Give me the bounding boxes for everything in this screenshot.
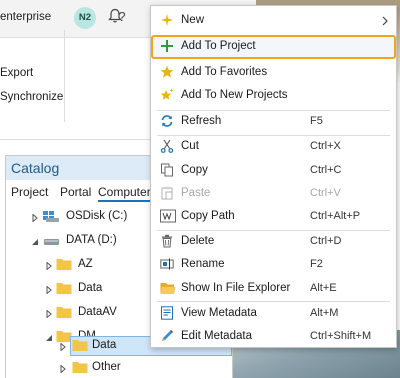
menu-item-edit-metadata[interactable]: Edit Metadata Ctrl+Shift+M xyxy=(151,325,396,349)
tree-item-label: DataAV xyxy=(78,306,117,318)
help-button[interactable]: ? xyxy=(116,9,128,24)
collapse-arrow-icon[interactable] xyxy=(31,237,39,249)
menu-item-add-to-project[interactable]: Add To Project xyxy=(151,35,396,59)
expand-arrow-icon[interactable] xyxy=(60,364,66,376)
folder-icon xyxy=(72,360,88,377)
folder-icon xyxy=(56,281,72,298)
tree-item[interactable]: Other xyxy=(6,358,232,378)
ribbon-divider xyxy=(64,30,65,122)
menu-item-show-in-file-explorer[interactable]: Show In File Explorer Alt+E xyxy=(151,277,396,301)
star-sparkle-icon xyxy=(160,88,174,102)
menu-item-refresh[interactable]: Refresh F5 xyxy=(151,110,396,134)
menu-item-add-to-favorites[interactable]: Add To Favorites xyxy=(151,61,396,85)
menu-item-paste[interactable]: Paste Ctrl+V xyxy=(151,182,396,206)
menu-item-copy[interactable]: Copy Ctrl+C xyxy=(151,159,396,183)
tree-item-label: Other xyxy=(92,361,121,373)
tree-item-label: OSDisk (C:) xyxy=(66,210,128,222)
tab-project[interactable]: Project xyxy=(11,185,48,199)
catalog-title: Catalog xyxy=(11,160,60,176)
expand-arrow-icon[interactable] xyxy=(32,213,38,225)
tree-item-label: Data xyxy=(92,339,117,351)
pencil-icon xyxy=(160,329,174,343)
copy-icon xyxy=(160,163,174,177)
menu-item-cut[interactable]: Cut Ctrl+X xyxy=(151,135,396,159)
tree-item-label: Data xyxy=(78,282,103,294)
paste-icon xyxy=(160,186,174,200)
ribbon-panel: Export Synchronize xyxy=(0,38,152,140)
folder-icon xyxy=(56,257,72,274)
menu-item-rename[interactable]: Rename F2 xyxy=(151,253,396,277)
avatar[interactable]: N2 xyxy=(74,7,96,29)
copy-path-icon xyxy=(160,209,176,223)
chevron-right-icon xyxy=(382,16,388,29)
expand-arrow-icon[interactable] xyxy=(60,342,66,354)
expand-arrow-icon[interactable] xyxy=(46,285,52,297)
drive-icon xyxy=(42,233,60,250)
metadata-icon xyxy=(160,306,174,320)
refresh-icon xyxy=(160,114,174,128)
synchronize-button[interactable]: Synchronize xyxy=(0,91,63,103)
tree-item-label: DATA (D:) xyxy=(66,234,117,246)
expand-arrow-icon[interactable] xyxy=(46,309,52,321)
star-icon xyxy=(160,65,174,79)
drive-icon xyxy=(42,209,60,226)
menu-item-copy-path[interactable]: Copy Path Ctrl+Alt+P xyxy=(151,205,396,229)
menu-item-add-to-new-projects[interactable]: Add To New Projects xyxy=(151,84,396,108)
scissors-icon xyxy=(160,139,174,153)
delete-icon xyxy=(160,234,174,248)
menu-item-delete[interactable]: Delete Ctrl+D xyxy=(151,230,396,254)
portal-name: enterprise xyxy=(0,11,52,23)
menu-item-new[interactable]: New xyxy=(151,9,396,33)
plus-icon xyxy=(160,39,174,53)
folder-icon xyxy=(72,338,88,355)
tree-item-label: AZ xyxy=(78,258,93,270)
expand-arrow-icon[interactable] xyxy=(46,261,52,273)
context-menu: New Add To Project Add To Favorites Add … xyxy=(150,5,397,348)
rename-icon xyxy=(160,257,174,271)
menu-item-view-metadata[interactable]: View Metadata Alt+M xyxy=(151,302,396,326)
tab-portal[interactable]: Portal xyxy=(60,185,91,199)
folder-icon xyxy=(56,305,72,322)
folder-open-icon xyxy=(160,281,176,295)
tab-computer[interactable]: Computer xyxy=(98,185,151,202)
new-sparkle-icon xyxy=(160,13,174,27)
export-button[interactable]: Export xyxy=(0,67,33,79)
